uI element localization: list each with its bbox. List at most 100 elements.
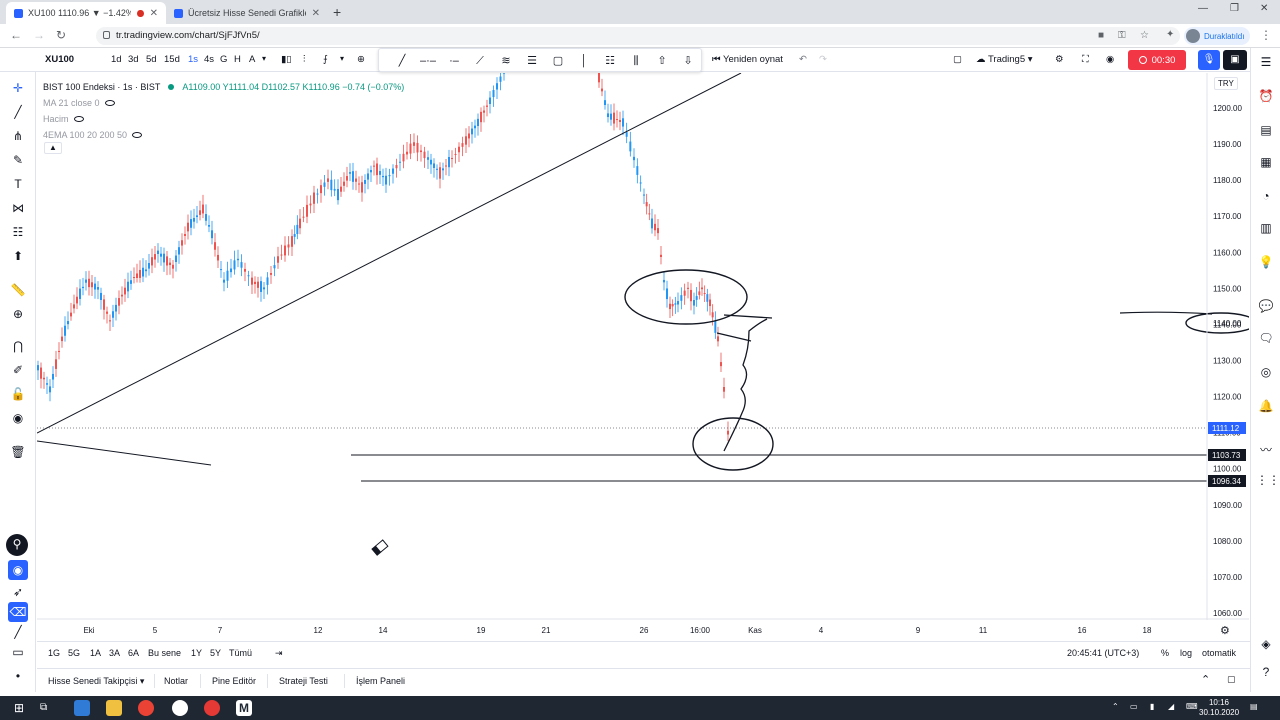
signals-icon[interactable]: 〰	[1256, 440, 1276, 460]
record-button[interactable]: 00:30	[1128, 50, 1186, 70]
add-icon[interactable]: ⊕	[357, 54, 365, 65]
brush-tool-icon[interactable]: ✎	[8, 150, 28, 170]
bookmark-star-icon[interactable]: ☆	[1140, 30, 1149, 41]
forward-icon[interactable]: →	[33, 28, 45, 42]
range-6a[interactable]: 6A	[128, 648, 139, 658]
notifications-icon[interactable]: ▤	[1250, 702, 1258, 711]
m-app-icon[interactable]: M	[236, 700, 252, 716]
help-icon[interactable]: ?	[1256, 662, 1276, 682]
trash-icon[interactable]: 🗑	[8, 442, 28, 462]
chrome-icon[interactable]	[138, 700, 154, 716]
tray-volume-icon[interactable]: ◢	[1168, 702, 1174, 711]
parallel-channel-icon[interactable]: ≋	[497, 52, 515, 70]
tab-pine-editor[interactable]: Pine Editör	[212, 676, 256, 686]
auto-scale-toggle[interactable]: otomatik	[1202, 648, 1236, 658]
minimize-icon[interactable]: —	[1198, 3, 1208, 14]
horizontal-line-icon[interactable]: –·–	[419, 52, 437, 70]
browser-tab-tradingview[interactable]: XU100 1110.96 ▼ −1.42% Tr ✕	[6, 2, 166, 24]
interval-4s[interactable]: 4s	[204, 54, 214, 65]
task-view-icon[interactable]: ⧉	[40, 700, 56, 716]
clock-time[interactable]: 20:45:41 (UTC+3)	[1067, 648, 1139, 658]
undo-icon[interactable]: ↶	[799, 54, 807, 65]
interval-5d[interactable]: 5d	[146, 54, 157, 65]
news-icon[interactable]: ▤	[1256, 120, 1276, 140]
snapshot-camera-icon[interactable]: ◉	[1106, 54, 1114, 65]
tab-trading-panel[interactable]: İşlem Paneli	[356, 676, 405, 686]
zoom-in-icon[interactable]: ⊕	[8, 304, 28, 324]
recorder-app-icon[interactable]	[204, 700, 220, 716]
pencil-lock-icon[interactable]: ✐	[8, 360, 28, 380]
eye-icon[interactable]	[132, 132, 143, 138]
arrow-down-icon[interactable]: ⇩	[679, 52, 697, 70]
settings-gear-icon[interactable]: ⚙	[1055, 54, 1064, 65]
range-3a[interactable]: 3A	[109, 648, 120, 658]
tray-chevron-icon[interactable]: ⌃	[1112, 702, 1119, 711]
fib-icon[interactable]: ☰	[523, 52, 541, 70]
taskbar-clock[interactable]: 10:16 30.10.2020	[1199, 698, 1239, 718]
legend-collapse-chevron-icon[interactable]: ▲	[44, 142, 62, 154]
interval-1d[interactable]: 1d	[111, 54, 122, 65]
key-icon[interactable]: ⚿	[1118, 30, 1126, 41]
eraser-icon[interactable]: ⌫	[8, 602, 28, 622]
symbol-search-button[interactable]: XU100	[45, 54, 74, 65]
indicators-icon[interactable]: ⨍	[323, 54, 328, 65]
file-explorer-icon[interactable]	[106, 700, 122, 716]
restore-icon[interactable]: ❐	[1230, 3, 1239, 14]
tab-notes[interactable]: Notlar	[164, 676, 188, 686]
calculator-app-icon[interactable]	[74, 700, 90, 716]
replay-button[interactable]: ⏮ Yeniden oynat	[712, 54, 783, 65]
tray-battery-icon[interactable]: ▮	[1150, 702, 1154, 711]
log-scale-toggle[interactable]: log	[1180, 648, 1192, 658]
camera-blocked-icon[interactable]: ■	[1098, 30, 1104, 41]
range-ytd[interactable]: Bu sene	[148, 648, 181, 658]
vertical-line-icon[interactable]: │	[575, 52, 593, 70]
legend-indicator-volume[interactable]: Hacim	[43, 111, 404, 127]
pitchfork-icon[interactable]: ☷	[601, 52, 619, 70]
horizontal-ray-icon[interactable]: ·–	[445, 52, 463, 70]
watchlist-icon[interactable]: ☰	[1256, 52, 1276, 72]
range-all[interactable]: Tümü	[229, 648, 252, 658]
pen-overlay-icon[interactable]: ⚲	[6, 534, 28, 556]
layout-name-button[interactable]: ☁ Trading5 ▾	[976, 54, 1033, 65]
url-input[interactable]: tr.tradingview.com/chart/SjFJfVn5/ ■ ⚿ ☆	[96, 27, 1180, 45]
rectangle-icon[interactable]: ▢	[549, 52, 567, 70]
eye-icon[interactable]	[73, 116, 84, 122]
overlay-eye-icon[interactable]: ◉	[8, 560, 28, 580]
crosshair-icon[interactable]: ✛	[8, 78, 28, 98]
axis-settings-gear-icon[interactable]: ⚙	[1220, 624, 1230, 637]
range-1a[interactable]: 1A	[90, 648, 101, 658]
close-tab-icon[interactable]: ✕	[150, 8, 158, 19]
interval-a[interactable]: A	[249, 54, 255, 65]
notifications-bell-icon[interactable]: 🔔	[1256, 396, 1276, 416]
range-1g[interactable]: 1G	[48, 648, 60, 658]
streams-icon[interactable]: ◎	[1256, 362, 1276, 382]
text-tool-icon[interactable]: T	[8, 174, 28, 194]
browser-menu-icon[interactable]: ⋮	[1260, 28, 1272, 42]
time-axis[interactable]: Eki 5 7 12 14 19 21 26 16:00 Kas 4 9 11 16 18	[37, 620, 1249, 640]
fullscreen-icon[interactable]: ⛶	[1082, 54, 1089, 65]
legend-indicator-ma[interactable]: MA 21 close 0	[43, 95, 404, 111]
price-chart[interactable]: 1200.00 1190.00 1180.00 1170.00 1160.00 1150.…	[37, 73, 1249, 620]
interval-15d[interactable]: 15d	[164, 54, 180, 65]
chat-icon[interactable]: 💬	[1256, 296, 1276, 316]
tab-strategy-tester[interactable]: Strateji Testi	[279, 676, 328, 686]
lock-drawings-icon[interactable]: 🔓	[8, 384, 28, 404]
pointer-icon[interactable]: ➶	[8, 582, 28, 602]
range-5y[interactable]: 5Y	[210, 648, 221, 658]
dom-icon[interactable]: ⋮⋮	[1256, 470, 1280, 490]
arrow-marker-icon[interactable]: ⬆	[8, 246, 28, 266]
layout-select-icon[interactable]: ▢	[953, 54, 962, 65]
pen-app-icon[interactable]	[172, 700, 188, 716]
calendar-icon[interactable]: ▥	[1256, 218, 1276, 238]
arrow-up-icon[interactable]: ⇧	[653, 52, 671, 70]
pen-icon[interactable]: ╱	[8, 622, 28, 642]
close-window-icon[interactable]: ✕	[1260, 3, 1268, 14]
range-5g[interactable]: 5G	[68, 648, 80, 658]
goto-date-icon[interactable]: ⇥	[275, 648, 283, 659]
extensions-icon[interactable]: ✦	[1166, 29, 1174, 40]
bars-pattern-icon[interactable]: ⫼	[627, 52, 645, 70]
interval-g[interactable]: G	[220, 54, 227, 65]
eye-icon[interactable]	[104, 100, 115, 106]
legend-indicator-ema[interactable]: 4EMA 100 20 200 50	[43, 127, 404, 143]
windows-start-icon[interactable]: ⊞	[14, 700, 30, 716]
